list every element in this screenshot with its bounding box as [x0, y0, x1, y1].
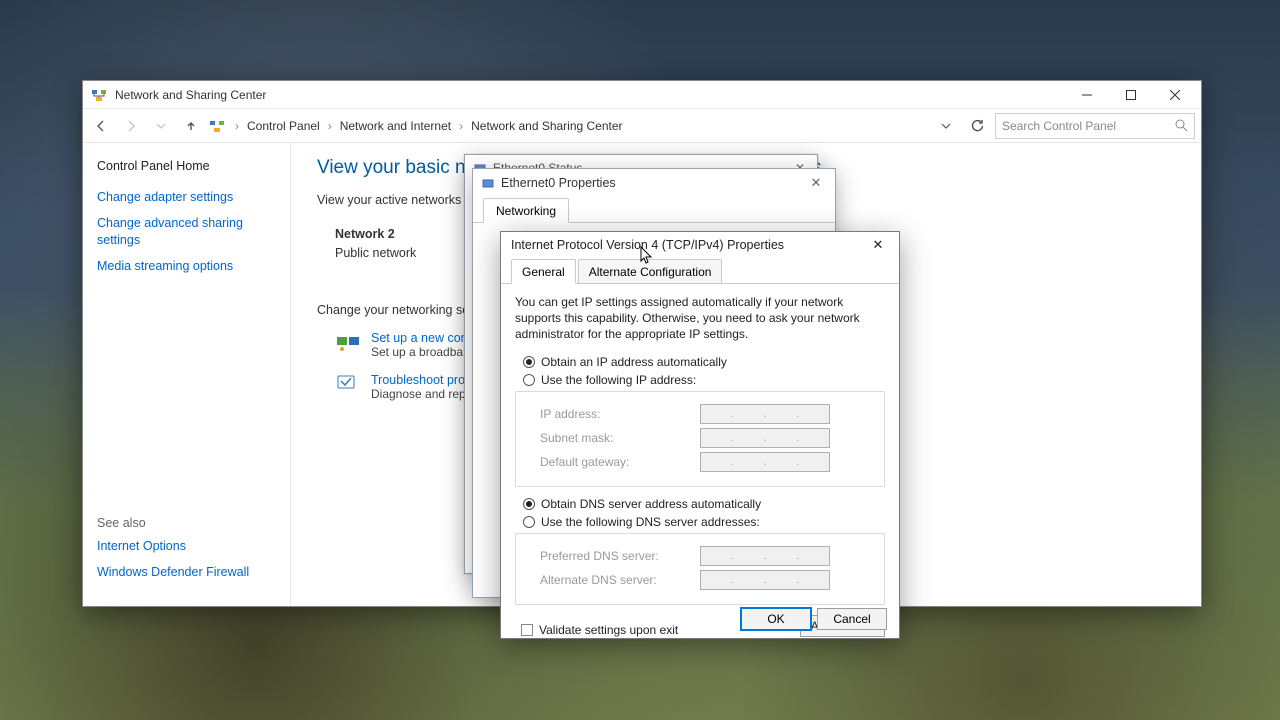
radio-label-ip-static: Use the following IP address:	[541, 373, 696, 387]
maximize-button[interactable]	[1109, 82, 1153, 108]
nav-up-button[interactable]	[179, 114, 203, 138]
network-icon	[91, 87, 107, 103]
chevron-right-icon: ›	[459, 119, 463, 133]
breadcrumb-network-sharing-center[interactable]: Network and Sharing Center	[467, 117, 626, 135]
sidebar-link-adapter-settings[interactable]: Change adapter settings	[97, 189, 276, 205]
radio-obtain-dns-auto[interactable]: Obtain DNS server address automatically	[523, 497, 885, 511]
tab-networking[interactable]: Networking	[483, 198, 569, 223]
sidebar-link-media-streaming[interactable]: Media streaming options	[97, 258, 276, 274]
see-also-header: See also	[97, 516, 276, 530]
tab-general[interactable]: General	[511, 259, 576, 284]
sidebar-link-advanced-sharing[interactable]: Change advanced sharing settings	[97, 215, 267, 248]
window-title: Network and Sharing Center	[115, 88, 1065, 102]
input-subnet-mask	[700, 428, 830, 448]
nav-forward-button[interactable]	[119, 114, 143, 138]
radio-use-static-ip[interactable]: Use the following IP address:	[523, 373, 885, 387]
minimize-button[interactable]	[1065, 82, 1109, 108]
ipv4-dialog-title: Internet Protocol Version 4 (TCP/IPv4) P…	[511, 238, 861, 252]
checkbox-icon	[521, 624, 533, 636]
search-placeholder: Search Control Panel	[1002, 119, 1169, 133]
sidebar: Control Panel Home Change adapter settin…	[83, 143, 291, 606]
radio-use-static-dns[interactable]: Use the following DNS server addresses:	[523, 515, 885, 529]
nav-back-button[interactable]	[89, 114, 113, 138]
connection-wizard-icon	[335, 331, 361, 353]
ipv4-description: You can get IP settings assigned automat…	[515, 294, 885, 343]
label-alternate-dns: Alternate DNS server:	[540, 573, 700, 587]
ipv4-dialog-close-button[interactable]: ✕	[861, 233, 895, 257]
sidebar-link-defender-firewall[interactable]: Windows Defender Firewall	[97, 564, 276, 580]
ipv4-properties-dialog: Internet Protocol Version 4 (TCP/IPv4) P…	[500, 231, 900, 639]
radio-icon	[523, 516, 535, 528]
radio-icon	[523, 498, 535, 510]
props-dialog-title: Ethernet0 Properties	[501, 176, 803, 190]
radio-icon	[523, 356, 535, 368]
radio-label-ip-auto: Obtain an IP address automatically	[541, 355, 727, 369]
ipv4-titlebar[interactable]: Internet Protocol Version 4 (TCP/IPv4) P…	[501, 232, 899, 258]
ethernet-icon	[481, 176, 495, 190]
label-default-gateway: Default gateway:	[540, 455, 700, 469]
close-button[interactable]	[1153, 82, 1197, 108]
label-subnet-mask: Subnet mask:	[540, 431, 700, 445]
radio-label-dns-auto: Obtain DNS server address automatically	[541, 497, 761, 511]
control-panel-home-link[interactable]: Control Panel Home	[97, 159, 276, 173]
search-input[interactable]: Search Control Panel	[995, 113, 1195, 139]
checkbox-label-validate: Validate settings upon exit	[539, 623, 678, 637]
task-link-troubleshoot[interactable]: Troubleshoot prob	[371, 373, 472, 387]
breadcrumb-network-internet[interactable]: Network and Internet	[336, 117, 455, 135]
breadcrumb[interactable]: › Control Panel › Network and Internet ›…	[231, 117, 935, 135]
ok-button[interactable]: OK	[741, 608, 811, 630]
task-desc-troubleshoot: Diagnose and repa	[371, 387, 472, 401]
nav-bar: › Control Panel › Network and Internet ›…	[83, 109, 1201, 143]
input-ip-address	[700, 404, 830, 424]
checkbox-validate-on-exit[interactable]: Validate settings upon exit	[521, 623, 678, 637]
nav-recent-dropdown[interactable]	[149, 114, 173, 138]
tab-alternate-configuration[interactable]: Alternate Configuration	[578, 259, 723, 284]
chevron-right-icon: ›	[235, 119, 239, 133]
dns-fields-group: Preferred DNS server: Alternate DNS serv…	[515, 533, 885, 605]
input-default-gateway	[700, 452, 830, 472]
chevron-right-icon: ›	[328, 119, 332, 133]
radio-icon	[523, 374, 535, 386]
ip-fields-group: IP address: Subnet mask: Default gateway…	[515, 391, 885, 487]
props-dialog-close-button[interactable]: ✕	[803, 175, 829, 191]
task-desc-setup: Set up a broadbar	[371, 345, 475, 359]
refresh-button[interactable]	[965, 114, 989, 138]
input-preferred-dns	[700, 546, 830, 566]
breadcrumb-icon	[209, 118, 225, 134]
label-ip-address: IP address:	[540, 407, 700, 421]
radio-obtain-ip-auto[interactable]: Obtain an IP address automatically	[523, 355, 885, 369]
radio-label-dns-static: Use the following DNS server addresses:	[541, 515, 760, 529]
breadcrumb-control-panel[interactable]: Control Panel	[243, 117, 324, 135]
window-titlebar[interactable]: Network and Sharing Center	[83, 81, 1201, 109]
label-preferred-dns: Preferred DNS server:	[540, 549, 700, 563]
breadcrumb-dropdown[interactable]	[941, 121, 959, 131]
sidebar-link-internet-options[interactable]: Internet Options	[97, 538, 276, 554]
cancel-button[interactable]: Cancel	[817, 608, 887, 630]
troubleshoot-icon	[335, 373, 361, 395]
task-link-setup[interactable]: Set up a new conn	[371, 331, 475, 345]
search-icon	[1175, 119, 1188, 132]
input-alternate-dns	[700, 570, 830, 590]
